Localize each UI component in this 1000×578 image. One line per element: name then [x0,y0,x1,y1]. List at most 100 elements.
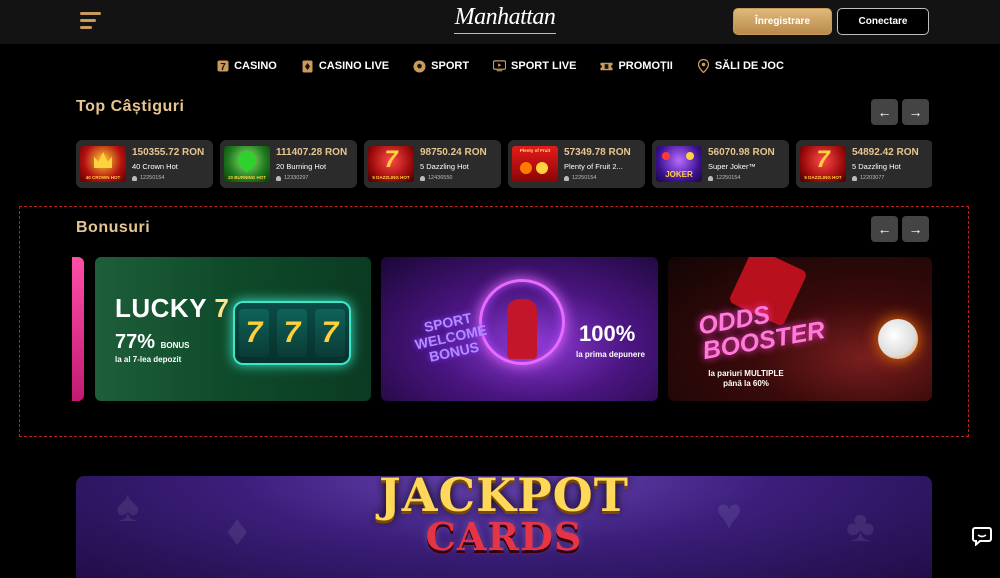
lemon-icon [536,162,548,174]
thumb-label: Plenty of Fruit [519,148,551,153]
card-icon [301,60,314,73]
bonus-card-odds-booster[interactable]: ODDS BOOSTER la pariuri MULTIPLE până la… [668,257,932,401]
win-card[interactable]: 40 CROWN HOT 150355.72 RON 40 Crown Hot … [76,140,213,188]
win-game-name: 5 Dazzling Hot [420,162,469,171]
lucky-title: LUCKY 7 [115,293,229,324]
jackpot-subtitle: CARDS [425,514,583,559]
svg-text:7: 7 [220,62,226,72]
win-user: 12250154 [564,175,596,181]
reel-seven: 7 [239,309,269,357]
thumb-label: 5 DAZZLING HOT [804,175,842,180]
bonuses-next-arrow-icon[interactable]: → [902,216,929,242]
jackpot-cards-banner[interactable]: ♠ ♦ ♥ ♣ JACKPOT CARDS [76,476,932,578]
soccer-ball-icon [878,319,918,359]
win-amount: 56070.98 RON [708,147,775,158]
top-wins-next-arrow-icon[interactable]: → [902,99,929,125]
reel-seven: 7 [277,309,307,357]
odds-title: ODDS BOOSTER [696,300,828,366]
bonuses-title: Bonusuri [76,219,151,236]
game-thumbnail: 40 CROWN HOT [80,146,126,182]
clover-icon [234,147,260,173]
game-thumbnail: JOKER [656,146,702,182]
thumb-label: JOKER [665,170,693,179]
win-game-name: 5 Dazzling Hot [852,162,901,171]
bonus-card-partial[interactable] [72,257,84,401]
user-icon [708,175,713,181]
win-card[interactable]: Plenty of Fruit 57349.78 RON Plenty of F… [508,140,645,188]
lucky-subtitle: la al 7-lea depozit [115,355,182,364]
logo[interactable]: Manhattan [446,4,564,38]
cherry-icon [662,152,670,160]
nav-item-casino[interactable]: 7 CASINO [216,54,277,78]
win-card[interactable]: 7 5 DAZZLING HOT 98750.24 RON 5 Dazzling… [364,140,501,188]
nav-item-sali-de-joc[interactable]: SĂLI DE JOC [697,54,784,78]
odds-subtitle: la pariuri MULTIPLE până la 60% [708,369,784,388]
nav-label: SĂLI DE JOC [714,60,784,72]
lucky-title-text: LUCKY [115,293,207,323]
coin-icon [686,152,694,160]
win-user-id: 12330297 [284,175,309,181]
win-amount: 150355.72 RON [132,147,205,158]
win-game-name: Plenty of Fruit 2... [564,162,623,171]
win-game-name: 20 Burning Hot [276,162,327,171]
register-button[interactable]: Înregistrare [733,8,832,35]
location-pin-icon [697,59,710,73]
nav-item-sport-live[interactable]: SPORT LIVE [493,54,576,78]
win-card[interactable]: 7 5 DAZZLING HOT 54892.42 RON 5 Dazzling… [796,140,932,188]
bonuses-prev-arrow-icon[interactable]: ← [871,216,898,242]
top-wins-carousel: 40 CROWN HOT 150355.72 RON 40 Crown Hot … [76,140,932,188]
game-thumbnail: 20 BURNING HOT [224,146,270,182]
user-icon [852,175,857,181]
lucky-percent: 77% BONUS [115,331,189,354]
login-button[interactable]: Conectare [837,8,929,35]
bonus-card-lucky7[interactable]: LUCKY 7 77% BONUS la al 7-lea depozit 7 … [95,257,371,401]
win-card[interactable]: JOKER 56070.98 RON Super Joker™ 12250154 [652,140,789,188]
nav-item-sport[interactable]: SPORT [413,54,469,78]
user-icon [132,175,137,181]
win-user-id: 12250154 [140,175,165,181]
chat-bubble-icon[interactable] [964,518,1000,554]
nav-label: CASINO LIVE [318,60,390,72]
user-icon [564,175,569,181]
game-thumbnail: 7 5 DAZZLING HOT [800,146,846,182]
logo-text: Manhattan [454,4,556,30]
lucky-bonus-word: BONUS [160,341,190,350]
game-thumbnail: Plenty of Fruit [512,146,558,182]
nav-item-promotii[interactable]: PROMOȚII [600,54,673,78]
lucky-seven: 7 [214,293,230,323]
win-amount: 98750.24 RON [420,147,487,158]
hamburger-menu-icon[interactable] [80,11,102,31]
win-user: 12330297 [276,175,308,181]
win-user: 12203077 [852,175,884,181]
bonus-card-sport-welcome[interactable]: SPORT WELCOME BONUS 100% la prima depune… [381,257,658,401]
win-user-id: 12250154 [572,175,597,181]
main-nav: 7 CASINO CASINO LIVE SPORT SPORT LIVE PR… [0,54,1000,78]
slot-reels: 7 7 7 [233,301,351,365]
win-amount: 54892.42 RON [852,147,919,158]
user-icon [276,175,281,181]
win-card[interactable]: 20 BURNING HOT 111407.28 RON 20 Burning … [220,140,357,188]
game-thumbnail: 7 5 DAZZLING HOT [368,146,414,182]
tv-icon [493,60,507,73]
nav-label: PROMOȚII [618,60,673,72]
reel-seven: 7 [315,309,345,357]
thumb-label: 40 CROWN HOT [85,175,121,180]
top-wins-prev-arrow-icon[interactable]: ← [871,99,898,125]
win-amount: 57349.78 RON [564,147,631,158]
seven-symbol: 7 [384,146,398,173]
win-amount: 111407.28 RON [276,147,348,158]
orange-icon [520,162,532,174]
soccer-ball-icon [413,60,426,73]
win-user: 12250154 [708,175,740,181]
lucky-percent-value: 77% [115,331,156,353]
seven-symbol: 7 [816,146,830,173]
player-figure [507,299,537,359]
sport-subtitle: la prima depunere [576,350,645,359]
bonus-carousel: LUCKY 7 77% BONUS la al 7-lea depozit 7 … [72,257,932,401]
win-user: 12436550 [420,175,452,181]
win-user-id: 12436550 [428,175,453,181]
nav-item-casino-live[interactable]: CASINO LIVE [301,54,389,78]
ticket-icon [600,60,613,73]
user-icon [420,175,425,181]
thumb-label: 20 BURNING HOT [227,175,266,180]
